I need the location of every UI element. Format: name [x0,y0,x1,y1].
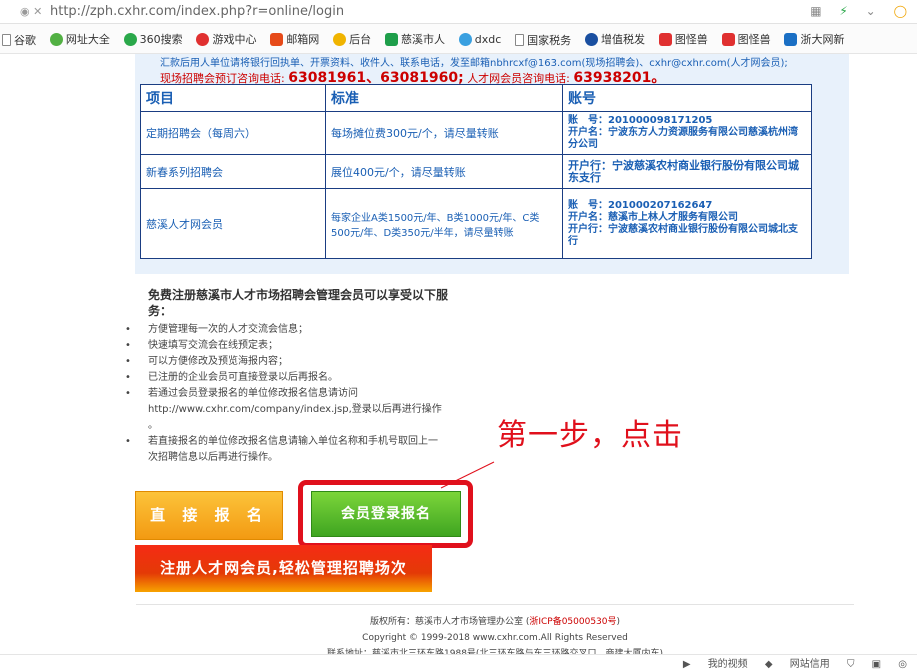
address-bar: ◉ ✕ http://zph.cxhr.com/index.php?r=onli… [0,0,917,24]
page-content: 汇款后用人单位请将银行回执单、开票资料、收件人、联系电话，发至邮箱nbhrcxf… [0,54,917,654]
toolbar-right: ▦ ⚡ ⌄ ◯ [796,4,907,18]
tax-icon [584,32,598,46]
bookmark-item[interactable]: 网址大全 [49,24,110,53]
game-icon [196,32,210,46]
flower-icon [458,32,472,46]
c-logo-icon [384,32,398,46]
footer-divider [136,604,854,605]
image-icon [721,32,735,46]
bookmarks-bar: 谷歌 网址大全 360搜索 游戏中心 邮箱网 后台 慈溪市人 dxdc 国家税务… [0,24,917,54]
step-annotation: 第一步，点击 [497,418,683,453]
bookmark-item[interactable]: 游戏中心 [196,24,256,53]
image-icon [658,32,672,46]
chevron-down-icon[interactable]: ⌄ [866,4,876,18]
contact-address: 联系地址：慈溪市北三环东路1988号(北三环东路与东三环路交叉口，商建大厦内东) [327,649,663,654]
bookmark-item[interactable]: 后台 [333,24,371,53]
bookmark-item[interactable]: 浙大网新 [784,24,844,53]
copyright-line: Copyright © 1999-2018 www.cxhr.com.All R… [362,633,628,643]
icp-link[interactable]: 浙ICP备05000530号 [529,617,616,627]
status-item-credit[interactable]: ◆ 网站信用 [765,659,830,670]
bookmark-item[interactable]: 邮箱网 [270,24,319,53]
page-footer: 版权所有：慈溪市人才市场管理办公室 (浙ICP备05000530号) Copyr… [136,614,854,654]
status-item-video[interactable]: ▶ 我的视频 [683,659,748,670]
mail-icon [270,32,284,46]
leaf-icon [333,32,347,46]
grid-icon[interactable]: ▦ [810,4,821,18]
register-member-button[interactable]: 注册人才网会员,轻松管理招聘场次 [135,545,432,592]
bookmark-item[interactable]: 谷歌 [2,25,36,54]
search-icon [123,32,137,46]
bookmark-item[interactable]: 国家税务 [515,25,571,54]
copyright-owner: 版权所有：慈溪市人才市场管理办公室 (浙ICP备05000530号) [369,617,621,627]
bookmark-item[interactable]: 图怪兽 [721,24,771,53]
shield-icon[interactable]: ⛉ [847,659,855,670]
direct-register-button[interactable]: 直 接 报 名 [135,491,283,540]
bookmark-item[interactable]: 增值税发 [584,24,645,53]
globe-icon [49,32,63,46]
picture-icon[interactable]: ▣ [872,659,881,670]
site-security-icon[interactable]: ◉ ✕ [20,5,42,18]
sound-icon[interactable]: ◎ [898,659,907,670]
browser-logo-icon[interactable]: ◯ [894,4,907,18]
lightning-icon[interactable]: ⚡ [839,4,847,18]
bookmark-item[interactable]: dxdc [458,24,501,53]
zju-icon [784,32,798,46]
bookmark-item[interactable]: 慈溪市人 [384,24,445,53]
member-login-button[interactable]: 会员登录报名 [311,491,461,537]
url-field[interactable]: http://zph.cxhr.com/index.php?r=online/l… [50,4,344,19]
page-icon [2,33,11,46]
status-bar: ▶ 我的视频 ◆ 网站信用 ⛉ ▣ ◎ [0,654,917,670]
page-icon [515,33,525,46]
bookmark-item[interactable]: 360搜索 [123,24,183,53]
bookmark-item[interactable]: 图怪兽 [658,24,708,53]
